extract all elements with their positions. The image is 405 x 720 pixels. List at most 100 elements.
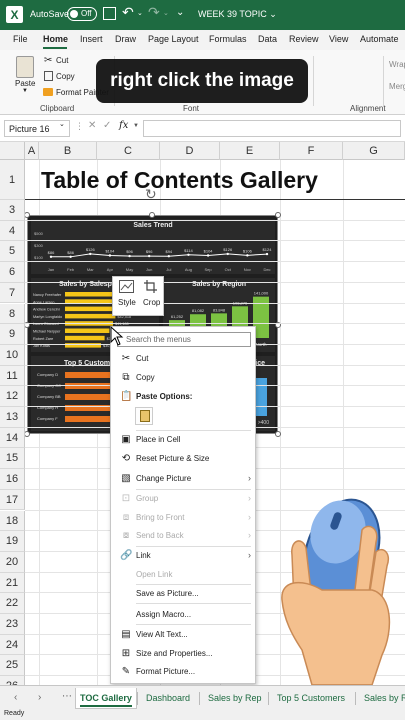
crop-button[interactable]: Crop (143, 298, 160, 307)
paste-icon[interactable] (16, 56, 34, 78)
menu-item-send-to-back[interactable]: ⧇ Send to Back › (111, 528, 257, 545)
resize-handle[interactable] (149, 212, 155, 218)
menu-item-assign-macro[interactable]: Assign Macro... (111, 607, 257, 624)
row-header-15[interactable]: 15 (0, 448, 25, 470)
column-header-g[interactable]: G (343, 142, 405, 160)
style-button[interactable]: Style (118, 298, 136, 307)
row-header-4[interactable]: 4 (0, 220, 25, 242)
wrap-text-button[interactable]: Wrap (389, 60, 405, 69)
column-header-f[interactable]: F (280, 142, 343, 160)
undo-dropdown-icon[interactable]: ⌄ (137, 9, 143, 17)
row-header-23[interactable]: 23 (0, 614, 25, 635)
paste-dropdown-icon[interactable]: ▼ (22, 88, 28, 94)
sheet-tab-sales-by-rep[interactable]: Sales by Rep (208, 688, 262, 709)
tab-formulas[interactable]: Formulas (209, 34, 247, 44)
menu-item-reset-picture[interactable]: ⟲ Reset Picture & Size (111, 451, 257, 468)
name-box-dropdown-icon[interactable]: ⌄ (59, 120, 65, 128)
tab-home[interactable]: Home (43, 34, 68, 44)
menu-item-place-in-cell[interactable]: ▣ Place in Cell (111, 432, 257, 449)
row-header-1[interactable]: 1 (0, 160, 25, 200)
resize-handle[interactable] (275, 212, 281, 218)
tab-file[interactable]: File (13, 34, 28, 44)
tab-insert[interactable]: Insert (80, 34, 103, 44)
row-header-3[interactable]: 3 (0, 200, 25, 221)
tab-draw[interactable]: Draw (115, 34, 136, 44)
customize-toolbar-icon[interactable]: ⌄ (176, 7, 184, 18)
tab-page-layout[interactable]: Page Layout (148, 34, 199, 44)
insert-function-button[interactable]: fx (119, 120, 128, 131)
fx-dropdown-icon[interactable]: ▼ (133, 123, 139, 129)
sheet-title[interactable]: Table of Contents Gallery (41, 167, 318, 194)
enter-icon[interactable]: ✓ (103, 120, 111, 131)
column-header-b[interactable]: B (39, 142, 97, 160)
column-header-a[interactable]: A (25, 142, 39, 160)
picture-style-icon[interactable] (119, 280, 134, 293)
row-header-21[interactable]: 21 (0, 572, 25, 594)
cut-button[interactable]: Cut (56, 56, 68, 65)
cut-icon[interactable]: ✂ (44, 55, 52, 66)
menu-item-change-picture[interactable]: ▧ Change Picture › (111, 471, 257, 488)
sheet-tab-sales-by-region[interactable]: Sales by R (364, 688, 405, 709)
row-header-20[interactable]: 20 (0, 551, 25, 573)
document-title[interactable]: WEEK 39 TOPIC ⌄ (198, 9, 277, 20)
scroll-tabs-right-icon[interactable]: › (38, 692, 41, 703)
row-header-25[interactable]: 25 (0, 655, 25, 677)
select-all-corner[interactable] (0, 142, 25, 160)
row-header-19[interactable]: 19 (0, 531, 25, 552)
row-header-10[interactable]: 10 (0, 344, 25, 366)
scroll-tabs-left-icon[interactable]: ‹ (14, 692, 17, 703)
column-header-c[interactable]: C (97, 142, 160, 160)
autosave-toggle[interactable]: Off (67, 7, 97, 21)
search-menus-input[interactable]: Search the menus (117, 332, 251, 347)
tab-automate[interactable]: Automate (360, 34, 399, 44)
row-header-9[interactable]: 9 (0, 324, 25, 345)
menu-item-save-as-picture[interactable]: Save as Picture... (111, 586, 257, 603)
tab-view[interactable]: View (329, 34, 348, 44)
cancel-icon[interactable]: ✕ (88, 120, 96, 131)
row-header-11[interactable]: 11 (0, 365, 25, 387)
row-header-13[interactable]: 13 (0, 407, 25, 428)
more-tabs-icon[interactable]: ⋯ (62, 691, 72, 702)
copy-button[interactable]: Copy (56, 72, 75, 81)
menu-item-group[interactable]: ⊡ Group › (111, 491, 257, 508)
save-icon[interactable] (103, 7, 116, 20)
resize-handle[interactable] (275, 431, 281, 437)
row-header-16[interactable]: 16 (0, 469, 25, 490)
menu-item-bring-to-front[interactable]: ⧈ Bring to Front › (111, 510, 257, 527)
row-header-7[interactable]: 7 (0, 282, 25, 304)
row-header-8[interactable]: 8 (0, 303, 25, 325)
menu-item-format-picture[interactable]: ✎ Format Picture... (111, 664, 257, 681)
sheet-tab-top-5-customers[interactable]: Top 5 Customers (277, 688, 345, 709)
menu-item-open-link[interactable]: Open Link (111, 567, 257, 584)
row-header-22[interactable]: 22 (0, 593, 25, 614)
row-header-24[interactable]: 24 (0, 634, 25, 656)
tab-data[interactable]: Data (258, 34, 277, 44)
undo-icon[interactable]: ↶ (122, 4, 134, 21)
row-header-26[interactable]: 26 (0, 676, 25, 685)
copy-icon[interactable] (44, 71, 53, 81)
sheet-tab-dashboard[interactable]: Dashboard (146, 688, 190, 709)
row-header-17[interactable]: 17 (0, 489, 25, 511)
row-header-12[interactable]: 12 (0, 386, 25, 407)
rotate-handle-icon[interactable]: ↻ (145, 186, 157, 203)
merge-button[interactable]: Merg (389, 82, 405, 91)
column-header-e[interactable]: E (220, 142, 280, 160)
row-header-14[interactable]: 14 (0, 427, 25, 449)
column-header-d[interactable]: D (160, 142, 220, 160)
paste-keep-source-button[interactable] (135, 407, 153, 425)
paste-button[interactable]: Paste (15, 79, 35, 88)
menu-item-size-properties[interactable]: ⊞ Size and Properties... (111, 646, 257, 663)
formula-input[interactable] (143, 120, 401, 137)
sheet-tab-toc-gallery[interactable]: TOC Gallery (75, 688, 137, 709)
tab-review[interactable]: Review (289, 34, 319, 44)
row-header-18[interactable]: 18 (0, 510, 25, 532)
format-painter-icon[interactable] (43, 88, 53, 96)
row-header-5[interactable]: 5 (0, 241, 25, 263)
row-header-6[interactable]: 6 (0, 262, 25, 283)
menu-item-copy[interactable]: ⧉ Copy (111, 370, 257, 387)
menu-item-link[interactable]: 🔗 Link › (111, 548, 257, 565)
crop-icon[interactable] (144, 280, 157, 293)
menu-item-cut[interactable]: ✂ Cut (111, 351, 257, 368)
redo-dropdown-icon[interactable]: ⌄ (163, 9, 169, 17)
menu-item-view-alt-text[interactable]: ▤ View Alt Text... (111, 627, 257, 644)
